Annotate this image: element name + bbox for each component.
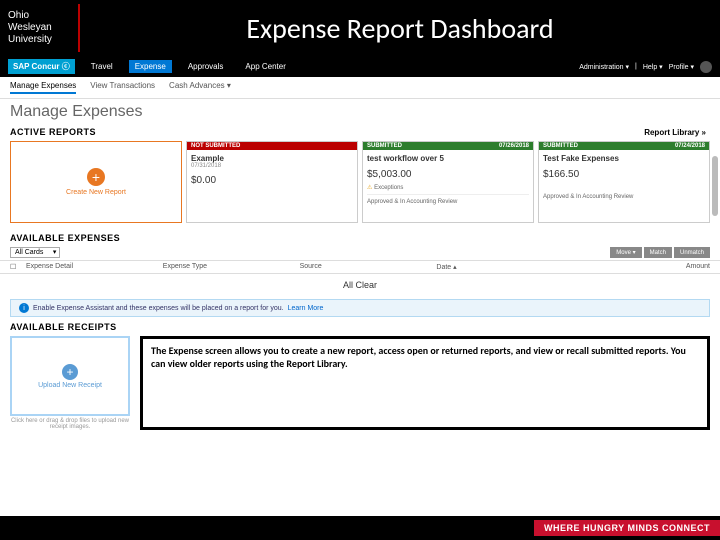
slide-title: Expense Report Dashboard [80, 11, 720, 46]
report-library-link[interactable]: Report Library » [630, 126, 720, 139]
col-expense-type[interactable]: Expense Type [163, 263, 300, 271]
warning-icon: ⚠ [367, 185, 372, 191]
col-expense-detail[interactable]: Expense Detail [26, 263, 163, 271]
nav-travel[interactable]: Travel [85, 60, 119, 73]
concur-logo[interactable]: SAP Concur ⓒ [8, 59, 75, 74]
unmatch-button[interactable]: Unmatch [674, 247, 710, 258]
report-date: 07/31/2018 [191, 163, 353, 169]
select-all-checkbox[interactable]: ☐ [10, 263, 26, 271]
report-amount: $0.00 [191, 175, 353, 186]
info-icon: i [19, 303, 29, 313]
plus-icon: + [87, 168, 105, 186]
learn-more-link[interactable]: Learn More [288, 305, 324, 312]
plus-icon: + [62, 364, 78, 380]
app-topbar: SAP Concur ⓒ Travel Expense Approvals Ap… [0, 56, 720, 77]
page-title: Manage Expenses [0, 99, 720, 125]
report-name: Example [191, 154, 353, 163]
header-date: 07/26/2018 [499, 143, 529, 149]
col-date[interactable]: Date ▴ [436, 263, 573, 271]
help-menu[interactable]: Help ▾ [643, 63, 663, 71]
instruction-callout: The Expense screen allows you to create … [140, 336, 710, 430]
create-report-label: Create New Report [66, 189, 126, 196]
avatar-icon[interactable] [700, 61, 712, 73]
active-reports-heading: ACTIVE REPORTS [0, 125, 106, 139]
status-badge: NOT SUBMITTED [191, 143, 240, 149]
upload-receipt-card[interactable]: + Upload New Receipt [10, 336, 130, 416]
col-amount[interactable]: Amount [573, 263, 710, 271]
slide-footer: WHERE HUNGRY MINDS CONNECT [0, 516, 720, 540]
table-empty-state: All Clear [0, 274, 720, 296]
subnav: Manage Expenses View Transactions Cash A… [0, 77, 720, 99]
report-amount: $166.50 [543, 169, 705, 180]
upload-label: Upload New Receipt [38, 382, 102, 389]
status-badge: SUBMITTED [367, 143, 402, 149]
match-button[interactable]: Match [644, 247, 672, 258]
move-button[interactable]: Move ▾ [610, 247, 641, 258]
banner-text: Enable Expense Assistant and these expen… [33, 305, 284, 312]
col-source[interactable]: Source [300, 263, 437, 271]
report-card-submitted[interactable]: SUBMITTED 07/26/2018 test workflow over … [362, 141, 534, 223]
university-logo: Ohio Wesleyan University [0, 4, 80, 52]
create-new-report-card[interactable]: + Create New Report [10, 141, 182, 223]
status-badge: SUBMITTED [543, 143, 578, 149]
report-amount: $5,003.00 [367, 169, 529, 180]
filter-select[interactable]: All Cards [10, 247, 60, 258]
nav-expense[interactable]: Expense [129, 60, 172, 73]
scrollbar[interactable] [712, 156, 718, 216]
nav-approvals[interactable]: Approvals [182, 60, 230, 73]
profile-menu[interactable]: Profile ▾ [669, 63, 694, 71]
report-note: Approved & In Accounting Review [543, 194, 705, 200]
report-name: Test Fake Expenses [543, 154, 705, 163]
report-card-not-submitted[interactable]: NOT SUBMITTED Example 07/31/2018 $0.00 [186, 141, 358, 223]
nav-appcenter[interactable]: App Center [239, 60, 291, 73]
subnav-cash-advances[interactable]: Cash Advances ▾ [169, 81, 231, 94]
subnav-manage-expenses[interactable]: Manage Expenses [10, 81, 76, 94]
admin-menu[interactable]: Administration ▾ [579, 63, 629, 71]
exceptions-label: Exceptions [374, 185, 403, 191]
header-date: 07/24/2018 [675, 143, 705, 149]
report-note: Approved & In Accounting Review [367, 199, 529, 205]
expense-assistant-banner: i Enable Expense Assistant and these exp… [10, 299, 710, 317]
available-expenses-heading: AVAILABLE EXPENSES [0, 231, 720, 245]
available-receipts-heading: AVAILABLE RECEIPTS [0, 320, 720, 334]
footer-tagline: WHERE HUNGRY MINDS CONNECT [534, 520, 720, 536]
report-name: test workflow over 5 [367, 154, 529, 163]
report-card-submitted[interactable]: SUBMITTED 07/24/2018 Test Fake Expenses … [538, 141, 710, 223]
upload-hint: Click here or drag & drop files to uploa… [10, 418, 130, 430]
subnav-view-transactions[interactable]: View Transactions [90, 81, 155, 94]
